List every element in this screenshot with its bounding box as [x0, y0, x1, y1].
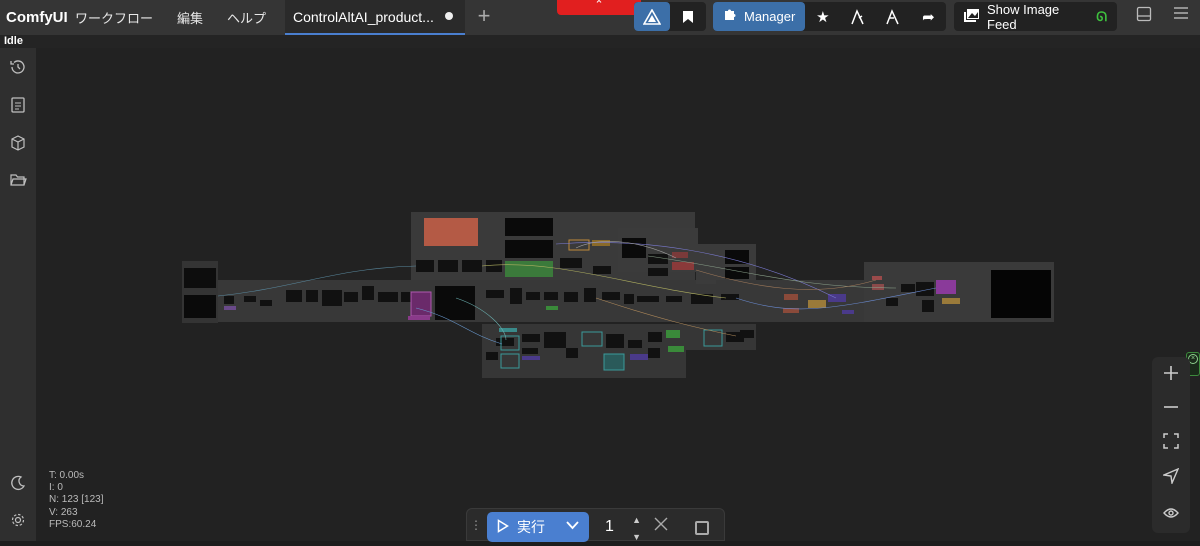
menu-edit[interactable]: 編集 [177, 8, 203, 27]
show-image-feed-button[interactable]: Show Image Feed ᘏ [954, 1, 1117, 32]
stat-vertices: V: 263 [49, 506, 78, 518]
model-library-icon[interactable] [8, 134, 28, 154]
locate-icon[interactable] [1152, 466, 1190, 490]
image-node [505, 261, 553, 277]
chevron-down-icon[interactable] [566, 518, 579, 533]
share-button[interactable]: ➦ [911, 2, 946, 31]
queue-bar: ⋮ 実行 1 ▲ ▼ [466, 508, 725, 542]
batch-count-value: 1 [605, 518, 614, 535]
bookmark-button[interactable] [670, 2, 706, 31]
new-tab-button[interactable]: + [472, 4, 496, 30]
path-b-icon [886, 8, 899, 24]
hamburger-icon [1174, 7, 1188, 19]
workflow-tab[interactable]: ControlAltAI_product... [285, 0, 465, 35]
panel-toggle-button[interactable] [1132, 6, 1156, 28]
image-node [424, 218, 478, 246]
increment-icon[interactable]: ▲ [632, 515, 641, 525]
zoom-in-icon[interactable] [1152, 363, 1190, 387]
image-feed-group: Show Image Feed ᘏ [954, 1, 1117, 32]
run-button[interactable]: 実行 [487, 512, 589, 542]
graph-tool-button[interactable] [840, 2, 875, 31]
batch-count-input[interactable]: 1 ▲ ▼ [595, 512, 645, 542]
run-label: 実行 [517, 519, 545, 535]
settings-icon[interactable] [8, 512, 28, 532]
toolbar-group-1 [634, 2, 706, 31]
workflow-tab-title: ControlAltAI_product... [293, 8, 434, 25]
fit-view-icon[interactable] [1152, 431, 1190, 455]
menu-workflow[interactable]: ワークフロー [75, 8, 153, 27]
zoom-out-icon[interactable] [1152, 397, 1190, 421]
image-node [505, 240, 553, 258]
image-node [184, 268, 216, 288]
image-node [622, 238, 646, 258]
bookmark-icon [683, 10, 693, 23]
render-stats: T: 0.00s I: 0 N: 123 [123] V: 263 FPS:60… [49, 470, 103, 531]
hamburger-menu-button[interactable] [1169, 6, 1193, 28]
image-node [725, 267, 749, 279]
image-node [184, 295, 216, 318]
image-node [505, 218, 553, 236]
left-sidebar [0, 48, 36, 541]
canvas-controls [1152, 357, 1190, 533]
toolbar-group-2: Manager ★ ➦ [713, 2, 946, 31]
image-node [991, 270, 1051, 318]
theme-toggle-icon[interactable] [8, 475, 28, 495]
triangle-logo-button[interactable] [634, 2, 670, 31]
share-arrow-icon: ➦ [922, 8, 935, 26]
status-text: Idle [0, 35, 1200, 48]
image-feed-label: Show Image Feed [987, 1, 1060, 32]
workflow-graph[interactable] [36, 48, 1200, 541]
path-a-icon [851, 8, 864, 24]
stat-fps: FPS:60.24 [49, 518, 97, 530]
graph-tool-button-2[interactable] [876, 2, 911, 31]
manager-label: Manager [744, 9, 796, 24]
chevron-up-icon: ⌃ [594, 0, 604, 11]
manager-button[interactable]: Manager [713, 2, 806, 31]
history-icon[interactable] [8, 58, 28, 78]
stat-nodes: N: 123 [123] [49, 494, 104, 506]
visibility-icon[interactable] [1152, 501, 1190, 525]
stat-i: I: 0 [49, 482, 63, 494]
triangle-logo-icon [643, 8, 661, 25]
cancel-button[interactable] [654, 517, 668, 536]
alert-button[interactable]: ⌃ [557, 0, 641, 15]
node-graph-canvas[interactable] [36, 48, 1200, 541]
play-icon [497, 518, 509, 536]
image-node [725, 250, 749, 264]
close-icon [654, 517, 668, 531]
menu-help[interactable]: ヘルプ [227, 8, 266, 27]
queue-icon[interactable] [8, 96, 28, 116]
image-gallery-icon [964, 8, 979, 25]
stat-time: T: 0.00s [49, 470, 85, 481]
puzzle-icon [723, 7, 738, 26]
stop-button[interactable] [695, 521, 709, 535]
feed-status-icon: ᘏ [1096, 8, 1107, 24]
workflows-icon[interactable] [8, 172, 28, 192]
drag-handle-icon[interactable]: ⋮ [467, 518, 485, 532]
star-icon: ★ [816, 8, 830, 26]
panel-layout-icon [1136, 6, 1152, 22]
unsaved-dot-icon[interactable] [445, 12, 453, 20]
app-logo[interactable]: ComfyUI [0, 9, 75, 26]
favorite-button[interactable]: ★ [805, 2, 840, 31]
